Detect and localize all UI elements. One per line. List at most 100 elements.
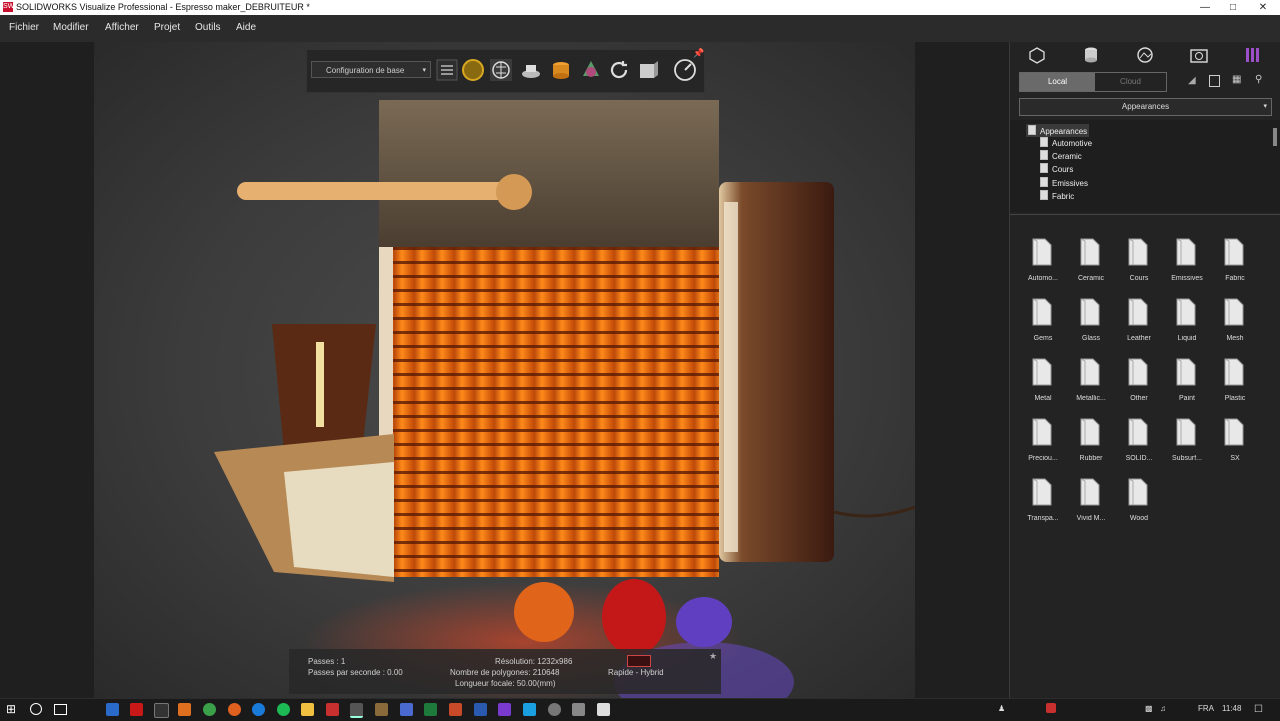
appearances-tab-icon[interactable] bbox=[1076, 44, 1106, 66]
scenes-tab-icon[interactable] bbox=[1130, 44, 1160, 66]
library-tile[interactable]: Subsurf... bbox=[1164, 417, 1210, 473]
library-tile[interactable]: Emissives bbox=[1164, 237, 1210, 293]
list-icon[interactable] bbox=[435, 58, 459, 82]
app-icon-2[interactable] bbox=[130, 703, 143, 716]
library-tile[interactable]: Glass bbox=[1068, 297, 1114, 353]
tray-app-icon[interactable] bbox=[1046, 703, 1056, 713]
minimize-button[interactable]: — bbox=[1190, 0, 1220, 15]
tree-item-emissives[interactable]: Emissives bbox=[1040, 177, 1088, 188]
library-tile[interactable]: Metallic... bbox=[1068, 357, 1114, 413]
app-icon-9[interactable] bbox=[523, 703, 536, 716]
menu-projet[interactable]: Projet bbox=[154, 22, 180, 33]
word-icon[interactable] bbox=[474, 703, 487, 716]
language-indicator[interactable]: FRA bbox=[1198, 704, 1214, 713]
notifications-icon[interactable]: ☐ bbox=[1254, 704, 1263, 715]
library-tile[interactable]: Other bbox=[1116, 357, 1162, 413]
models-tab-icon[interactable] bbox=[1022, 44, 1052, 66]
library-tile[interactable]: Vivid M... bbox=[1068, 477, 1114, 533]
tree-item-automotive[interactable]: Automotive bbox=[1040, 137, 1092, 148]
pin-icon[interactable]: ★ bbox=[709, 651, 717, 662]
app-icon-3[interactable] bbox=[154, 703, 169, 718]
tree-scrollbar[interactable] bbox=[1273, 128, 1277, 146]
app-icon-4[interactable] bbox=[178, 703, 191, 716]
network-icon[interactable]: ▩ bbox=[1145, 704, 1153, 713]
library-tile-label: Automo... bbox=[1028, 275, 1058, 282]
app-icon-6[interactable] bbox=[375, 703, 388, 716]
menu-fichier[interactable]: Fichier bbox=[9, 22, 39, 33]
menu-modifier[interactable]: Modifier bbox=[53, 22, 89, 33]
folder-document-icon bbox=[1176, 418, 1196, 446]
app-icon-5[interactable] bbox=[326, 703, 339, 716]
library-tile[interactable]: Gems bbox=[1020, 297, 1066, 353]
local-tab[interactable]: Local bbox=[1020, 73, 1095, 91]
task-view-icon[interactable] bbox=[54, 704, 67, 715]
appearance-bucket-icon[interactable] bbox=[549, 58, 573, 82]
menu-outils[interactable]: Outils bbox=[195, 22, 221, 33]
grid-view-icon[interactable]: ▦ bbox=[1232, 74, 1241, 85]
library-tile[interactable]: Rubber bbox=[1068, 417, 1114, 473]
import-icon[interactable]: ◢ bbox=[1188, 75, 1196, 86]
render-viewport[interactable] bbox=[94, 42, 915, 698]
solidworks-visualize-icon[interactable] bbox=[350, 703, 363, 718]
powerpoint-icon[interactable] bbox=[449, 703, 462, 716]
photos-icon[interactable] bbox=[572, 703, 585, 716]
panel-layout-icon[interactable] bbox=[1209, 75, 1220, 87]
library-tile[interactable]: SX bbox=[1212, 417, 1258, 473]
library-tile[interactable]: Transpa... bbox=[1020, 477, 1066, 533]
windows-start-icon[interactable]: ⊞ bbox=[6, 702, 16, 716]
library-dropdown[interactable]: Appearances ▾ bbox=[1019, 98, 1272, 116]
tree-item-appearances[interactable]: Appearances bbox=[1026, 124, 1090, 137]
app-icon-8[interactable] bbox=[498, 703, 511, 716]
excel-icon[interactable] bbox=[424, 703, 437, 716]
splitter[interactable] bbox=[1010, 214, 1280, 215]
library-tile[interactable]: Plastic bbox=[1212, 357, 1258, 413]
tree-item-fabric[interactable]: Fabric bbox=[1040, 190, 1074, 201]
edge-icon[interactable] bbox=[252, 703, 265, 716]
chrome-icon[interactable] bbox=[203, 703, 216, 716]
configuration-dropdown[interactable]: Configuration de base ▾ bbox=[311, 61, 431, 78]
people-icon[interactable]: ♟ bbox=[998, 704, 1005, 713]
close-button[interactable]: ✕ bbox=[1248, 0, 1278, 15]
settings-icon[interactable] bbox=[548, 703, 561, 716]
menu-aide[interactable]: Aide bbox=[236, 22, 256, 33]
library-tile[interactable]: Cours bbox=[1116, 237, 1162, 293]
spotify-icon[interactable] bbox=[277, 703, 290, 716]
library-tile[interactable]: Mesh bbox=[1212, 297, 1258, 353]
app-icon-1[interactable] bbox=[106, 703, 119, 716]
library-tile[interactable]: Wood bbox=[1116, 477, 1162, 533]
volume-icon[interactable]: ♫ bbox=[1160, 704, 1166, 713]
environment-icon[interactable] bbox=[579, 58, 603, 82]
scene-plate-icon[interactable] bbox=[519, 58, 543, 82]
library-tile[interactable]: Automo... bbox=[1020, 237, 1066, 293]
maximize-button[interactable]: □ bbox=[1218, 0, 1248, 15]
folder-document-icon bbox=[1080, 238, 1100, 266]
solidworks-logo-icon: SW bbox=[3, 2, 15, 12]
search-icon[interactable] bbox=[30, 703, 42, 715]
denoiser-brain-icon[interactable] bbox=[489, 58, 513, 82]
cloud-tab[interactable]: Cloud bbox=[1095, 73, 1166, 91]
library-tile[interactable]: Liquid bbox=[1164, 297, 1210, 353]
pin-icon[interactable]: 📌 bbox=[693, 48, 704, 59]
camera-view-icon[interactable] bbox=[637, 58, 661, 82]
tools-dial-icon[interactable] bbox=[673, 58, 697, 82]
library-tile[interactable]: Metal bbox=[1020, 357, 1066, 413]
refresh-icon[interactable] bbox=[607, 58, 631, 82]
library-tile[interactable]: Preciou... bbox=[1020, 417, 1066, 473]
app-icon-7[interactable] bbox=[400, 703, 413, 716]
firefox-icon[interactable] bbox=[228, 703, 241, 716]
library-tile[interactable]: Fabric bbox=[1212, 237, 1258, 293]
library-tile[interactable]: Leather bbox=[1116, 297, 1162, 353]
library-tile[interactable]: Ceramic bbox=[1068, 237, 1114, 293]
libraries-tab-icon[interactable] bbox=[1238, 44, 1268, 66]
search-icon[interactable]: ⚲ bbox=[1255, 74, 1262, 85]
clock[interactable]: 11:48 bbox=[1222, 704, 1241, 713]
app-icon-10[interactable] bbox=[597, 703, 610, 716]
library-tile[interactable]: Paint bbox=[1164, 357, 1210, 413]
tree-item-ceramic[interactable]: Ceramic bbox=[1040, 150, 1082, 161]
menu-afficher[interactable]: Afficher bbox=[105, 22, 139, 33]
cameras-tab-icon[interactable] bbox=[1184, 44, 1214, 66]
tree-item-cours[interactable]: Cours bbox=[1040, 163, 1073, 174]
file-explorer-icon[interactable] bbox=[301, 703, 314, 716]
render-preview-icon[interactable] bbox=[461, 58, 485, 82]
library-tile[interactable]: SOLID... bbox=[1116, 417, 1162, 473]
